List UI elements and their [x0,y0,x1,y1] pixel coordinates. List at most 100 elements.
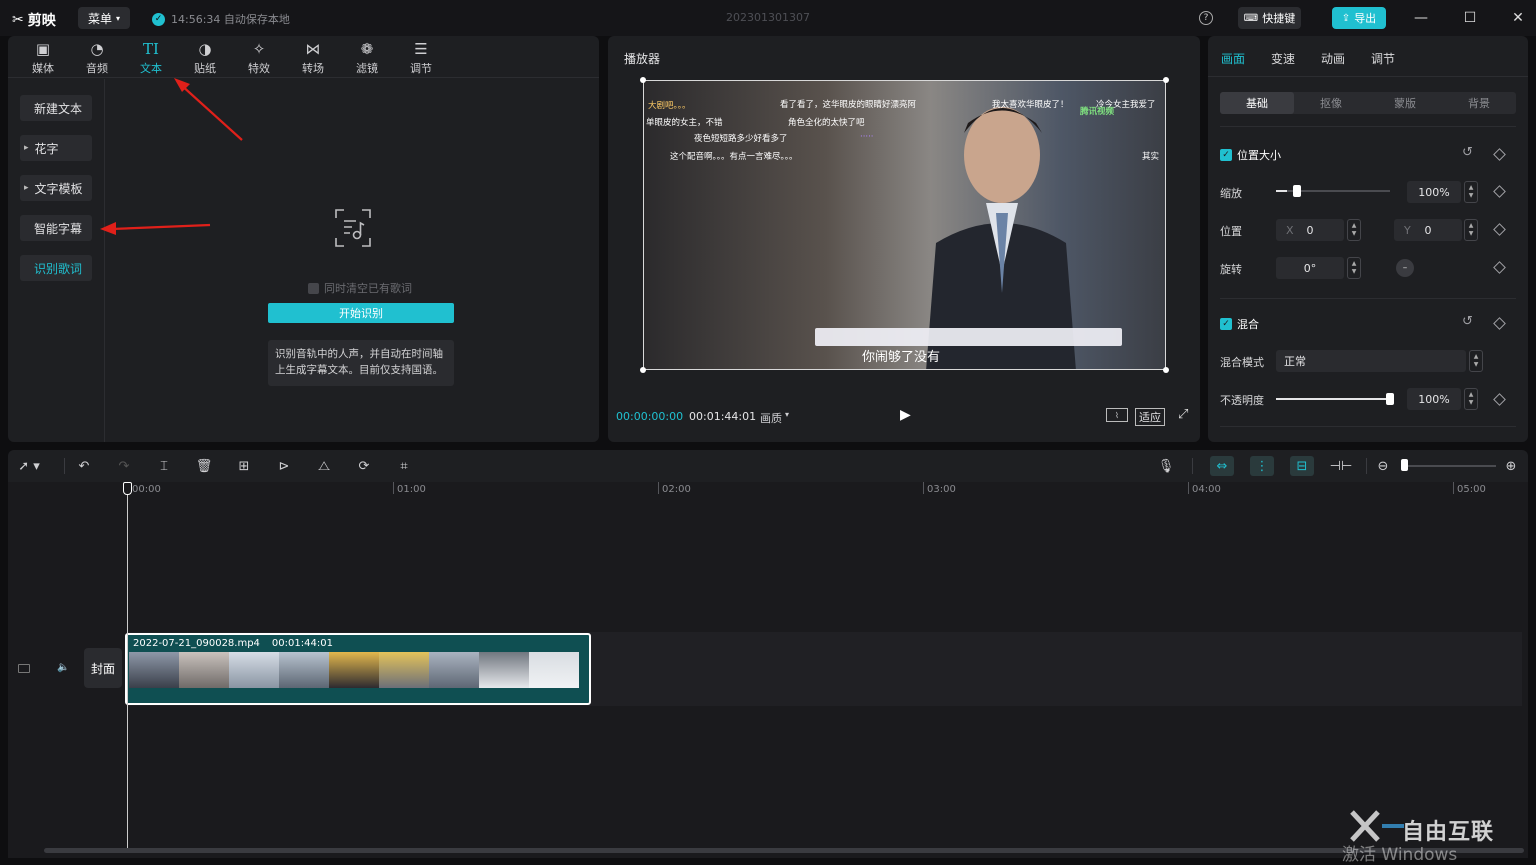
checkbox-checked-icon[interactable]: ✓ [1220,318,1232,330]
subtab-background[interactable]: 背景 [1442,92,1516,114]
linkage-icon[interactable]: ⊟ [1290,456,1314,476]
rotate-input[interactable]: 0° [1276,257,1344,279]
video-clip[interactable]: 2022-07-21_090028.mp4 00:01:44:01 [125,633,591,705]
track-visibility-icon[interactable] [18,664,30,673]
maximize-icon[interactable]: ☐ [1461,9,1479,27]
blend-mode-stepper[interactable]: ▲ ▼ [1469,350,1483,372]
playhead-handle[interactable] [123,482,132,495]
fit-button[interactable]: 适应 [1135,408,1165,426]
caret-down-icon: ▾ [785,410,790,419]
opacity-input[interactable]: 100% [1407,388,1461,410]
zoom-slider-track[interactable] [1408,465,1496,467]
keyframe-icon[interactable] [1493,261,1506,274]
position-x-stepper[interactable]: ▲ ▼ [1347,219,1361,241]
main-track-magnet-icon[interactable]: ⇔ [1210,456,1234,476]
time-ruler[interactable]: 00:00 01:00 02:00 03:00 04:00 05:00 [8,482,1528,496]
tab-audio[interactable]: ◔ 音频 [77,40,117,78]
keyframe-icon[interactable] [1493,185,1506,198]
reset-icon[interactable]: ↺ [1462,145,1473,160]
shortcut-label: 快捷键 [1262,12,1296,25]
danmaku-text: 单眼皮的女主，不错 [646,118,723,128]
opacity-stepper[interactable]: ▲ ▼ [1464,388,1478,410]
menu-button[interactable]: 菜单 ▾ [78,7,130,29]
title-bar: ✂ 剪映 菜单 ▾ ✓ 14:56:34 自动保存本地 202301301307… [0,0,1536,36]
keyframe-icon[interactable] [1493,223,1506,236]
checkbox[interactable] [308,282,319,294]
playhead[interactable] [127,482,128,850]
timeline[interactable]: 00:00 01:00 02:00 03:00 04:00 05:00 🔈 封面… [8,482,1528,858]
redo-icon[interactable]: ↷ [115,457,133,475]
start-recognition-button[interactable]: 开始识别 [268,303,454,323]
tab-filter[interactable]: ❁ 滤镜 [347,40,387,78]
tab-animation[interactable]: 动画 [1321,50,1345,67]
position-x-input[interactable]: X 0 [1276,219,1344,241]
scale-input[interactable]: 100% [1407,181,1461,203]
zoom-out-icon[interactable]: ⊖ [1374,457,1392,475]
cover-button[interactable]: 封面 [84,648,122,688]
quality-select[interactable]: 画质 ▾ [760,410,789,426]
video-preview[interactable]: 大剧吧。。。 看了看了，这华眼皮的眼睛好漂亮阿 我太喜欢华眼皮了！ 冷今女主我爱… [643,80,1166,370]
tab-adjust[interactable]: ☰ 调节 [401,40,441,78]
fullscreen-icon[interactable]: ⤢ [1178,407,1188,422]
subtab-mask[interactable]: 蒙版 [1368,92,1442,114]
tab-transition[interactable]: ⋈ 转场 [293,40,333,78]
delete-icon[interactable]: 🗑 [195,457,213,475]
opacity-slider-knob[interactable] [1386,393,1394,405]
sidebar-item-text-template[interactable]: 文字模板 [20,175,92,201]
position-size-section[interactable]: ✓ 位置大小 [1220,147,1281,163]
crop-icon[interactable]: ⌗ [395,457,413,475]
split-icon[interactable]: ⌶ [155,457,173,475]
track-mute-icon[interactable]: 🔈 [57,662,69,673]
subtab-basic[interactable]: 基础 [1220,92,1294,114]
close-icon[interactable]: ✕ [1509,9,1527,27]
sidebar-item-recognize-lyrics[interactable]: 识别歌词 [20,255,92,281]
zoom-slider-knob[interactable] [1401,459,1408,471]
keyframe-icon[interactable] [1493,317,1506,330]
subtab-cutout[interactable]: 抠像 [1294,92,1368,114]
scale-slider-knob[interactable] [1293,185,1302,197]
rotate-icon[interactable]: ⟳ [355,457,373,475]
freeze-icon[interactable]: ⊞ [235,457,253,475]
tab-speed[interactable]: 变速 [1271,50,1295,67]
clear-lyrics-option[interactable]: 同时清空已有歌词 [308,280,412,296]
clip-thumbnail [479,652,529,688]
timeline-scrollbar[interactable] [44,848,1524,853]
tab-label: 音频 [86,62,108,75]
play-icon[interactable]: ▶ [900,407,911,423]
undo-icon[interactable]: ↶ [75,457,93,475]
microphone-icon[interactable]: 🎙 [1157,457,1175,475]
keyframe-icon[interactable] [1493,393,1506,406]
sidebar-item-new-text[interactable]: 新建文本 [20,95,92,121]
position-y-stepper[interactable]: ▲ ▼ [1464,219,1478,241]
rotate-dial-icon[interactable]: – [1396,259,1414,277]
scale-stepper[interactable]: ▲ ▼ [1464,181,1478,203]
reset-icon[interactable]: ↺ [1462,314,1473,329]
export-button[interactable]: ⇪ 导出 [1332,7,1386,29]
tab-media[interactable]: ▣ 媒体 [23,40,63,78]
clip-thumbnail [429,652,479,688]
rotate-stepper[interactable]: ▲ ▼ [1347,257,1361,279]
zoom-in-icon[interactable]: ⊕ [1502,457,1520,475]
shortcut-button[interactable]: ⌨ 快捷键 [1238,7,1301,29]
preview-axis-icon[interactable]: ⊣⊢ [1330,457,1353,475]
keyframe-icon[interactable] [1493,148,1506,161]
blend-section[interactable]: ✓ 混合 [1220,316,1259,332]
reverse-icon[interactable]: ⊳ [275,457,293,475]
sidebar-item-smart-subtitle[interactable]: 智能字幕 [20,215,92,241]
resize-handle[interactable] [1163,77,1169,83]
help-icon[interactable]: ? [1199,11,1213,25]
minimize-icon[interactable]: — [1412,9,1430,27]
waveform-icon[interactable]: ⌇ [1106,408,1128,422]
sidebar-item-fancy-text[interactable]: 花字 [20,135,92,161]
tab-adjust-right[interactable]: 调节 [1371,50,1395,67]
auto-snap-icon[interactable]: ⋮ [1250,456,1274,476]
mirror-icon[interactable]: ⧍ [315,457,333,475]
resize-handle[interactable] [640,77,646,83]
position-y-input[interactable]: Y 0 [1394,219,1462,241]
tab-picture[interactable]: 画面 [1221,50,1245,67]
resize-handle[interactable] [640,367,646,373]
checkbox-checked-icon[interactable]: ✓ [1220,149,1232,161]
blend-mode-select[interactable]: 正常 [1276,350,1466,372]
resize-handle[interactable] [1163,367,1169,373]
select-tool-icon[interactable]: ➚ ▾ [14,457,44,475]
